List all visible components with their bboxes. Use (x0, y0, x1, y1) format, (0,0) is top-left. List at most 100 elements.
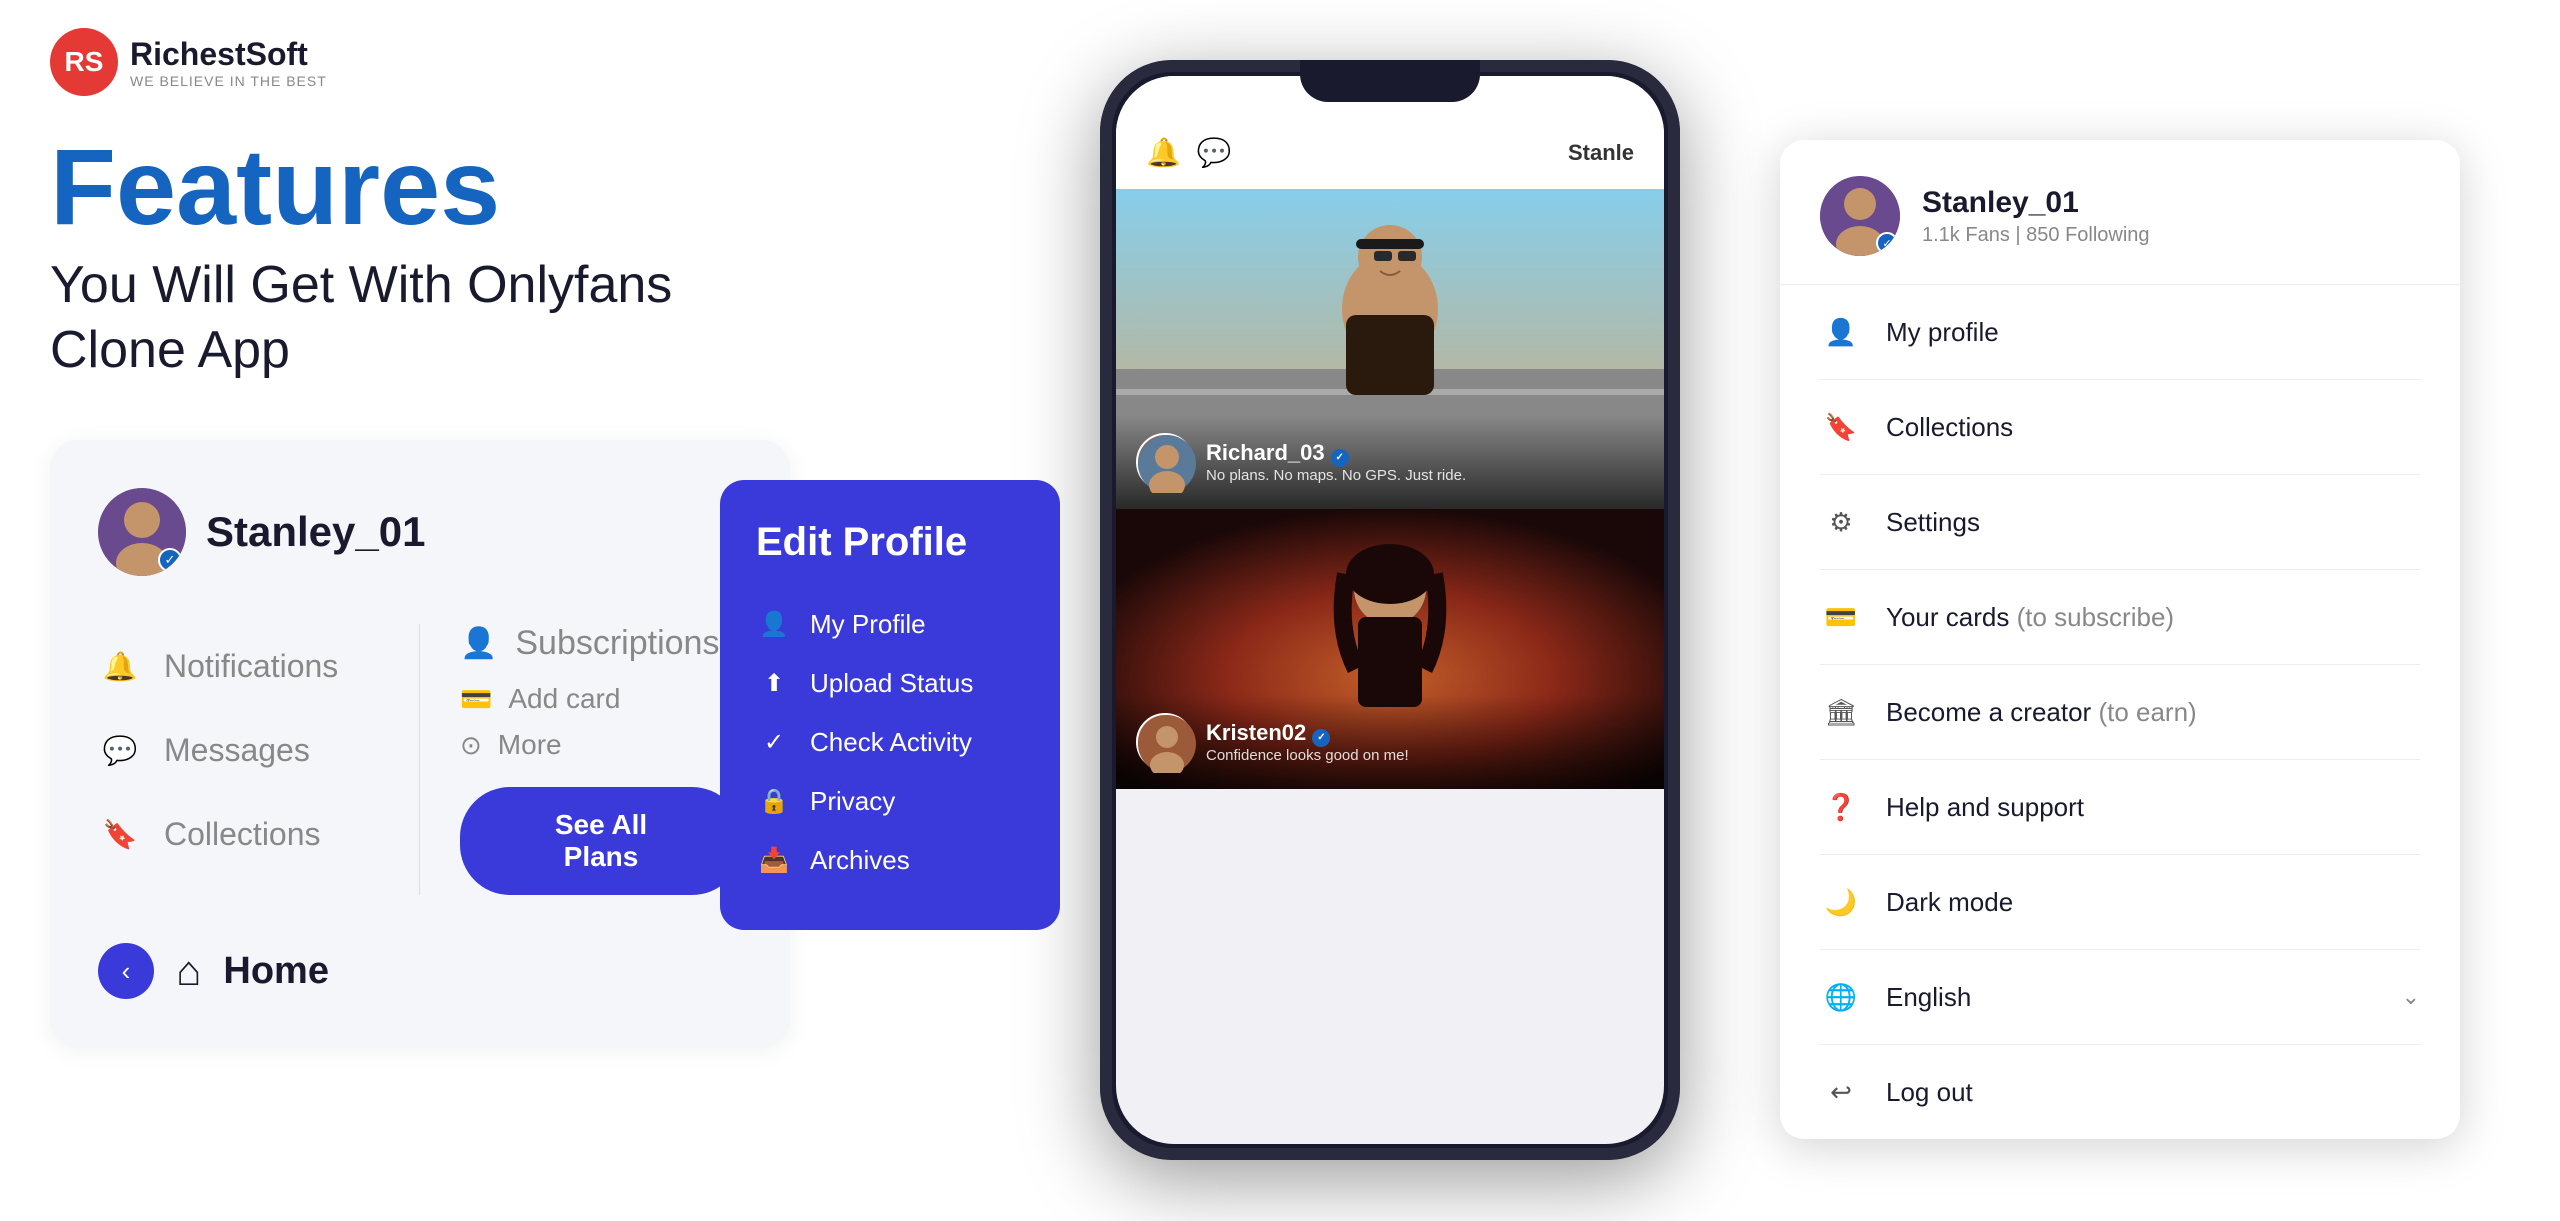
post1-user-row: Richard_03 ✓ No plans. No maps. No GPS. … (1136, 433, 1644, 491)
dropdown-logout[interactable]: ↩ Log out (1780, 1045, 2460, 1139)
notifications-icon: 🔔 (98, 644, 142, 688)
more-label: More (498, 729, 562, 761)
verify-badge: ✓ (158, 548, 182, 572)
features-title: Features (50, 130, 870, 243)
menu-grid: 🔔 Notifications 💬 Messages 🔖 Collections… (98, 624, 742, 895)
username: Stanley_01 (206, 508, 425, 556)
see-all-plans-button[interactable]: See All Plans (460, 787, 742, 895)
dropdown-dark-mode[interactable]: 🌙 Dark mode (1780, 855, 2460, 949)
dropdown-username: Stanley_01 (1922, 186, 2150, 220)
post2-verify: ✓ (1312, 729, 1330, 747)
settings-label: Settings (1886, 507, 1980, 538)
phone-mockup: 🔔 💬 Stanle (1100, 60, 1680, 1160)
lock-icon: 🔒 (756, 787, 792, 816)
home-icon: ⌂ (176, 947, 201, 995)
edit-privacy[interactable]: 🔒 Privacy (756, 772, 1024, 831)
collections-item[interactable]: 🔖 Collections (98, 792, 379, 876)
become-creator-label: Become a creator (to earn) (1886, 697, 2197, 728)
post2-info: Kristen02 ✓ Confidence looks good on me! (1206, 720, 1409, 764)
notifications-label: Notifications (164, 648, 338, 685)
more-item[interactable]: ⊙ More (460, 729, 742, 761)
upload-status-label: Upload Status (810, 668, 973, 699)
chevron-down-icon: ⌄ (2402, 984, 2420, 1010)
dropdown-your-cards[interactable]: 💳 Your cards (to subscribe) (1780, 570, 2460, 664)
subscriptions-header: 👤 Subscriptions (460, 624, 742, 663)
tagline: WE BELIEVE IN THE BEST (130, 73, 327, 89)
user-header: ✓ Stanley_01 (98, 488, 742, 576)
bell-icon: 🔔 (1146, 136, 1181, 169)
subtitle-line2: Clone App (50, 321, 290, 379)
dropdown-verify-badge: ✓ (1876, 232, 1898, 254)
more-icon: ⊙ (460, 730, 482, 761)
collections-icon: 🔖 (1820, 406, 1862, 448)
collections-label: Collections (164, 816, 321, 853)
check-activity-label: Check Activity (810, 727, 972, 758)
dropdown-user-header: ✓ Stanley_01 1.1k Fans | 850 Following (1780, 140, 2460, 285)
creator-icon: 🏛 (1820, 691, 1862, 733)
post2-avatar (1136, 713, 1194, 771)
collections-label: Collections (1886, 412, 2013, 443)
back-button[interactable]: ‹ (98, 943, 154, 999)
left-panel-card: ✓ Stanley_01 🔔 Notifications 💬 Messages … (50, 440, 790, 1047)
dropdown-collections[interactable]: 🔖 Collections (1780, 380, 2460, 474)
dropdown-user-info: Stanley_01 1.1k Fans | 850 Following (1922, 186, 2150, 247)
post1-caption: No plans. No maps. No GPS. Just ride. (1206, 467, 1466, 484)
collections-icon: 🔖 (98, 812, 142, 856)
feed-post-1: Richard_03 ✓ No plans. No maps. No GPS. … (1116, 189, 1664, 509)
edit-check-activity[interactable]: ✓ Check Activity (756, 713, 1024, 772)
edit-upload-status[interactable]: ⬆ Upload Status (756, 654, 1024, 713)
check-icon: ✓ (756, 728, 792, 757)
edit-profile-card: Edit Profile 👤 My Profile ⬆ Upload Statu… (720, 480, 1060, 930)
cards-icon: 💳 (1820, 596, 1862, 638)
card-icon: 💳 (460, 684, 492, 715)
settings-icon: ⚙ (1820, 501, 1862, 543)
messages-icon: 💬 (98, 728, 142, 772)
dropdown-settings[interactable]: ⚙ Settings (1780, 475, 2460, 569)
phone-top-icons: 🔔 💬 (1146, 136, 1232, 169)
edit-profile-title: Edit Profile (756, 520, 1024, 565)
globe-icon: 🌐 (1820, 976, 1862, 1018)
feed-post-2: Kristen02 ✓ Confidence looks good on me! (1116, 509, 1664, 789)
post2-caption: Confidence looks good on me! (1206, 747, 1409, 764)
post1-info: Richard_03 ✓ No plans. No maps. No GPS. … (1206, 440, 1466, 484)
english-label: English (1886, 982, 1971, 1013)
archives-label: Archives (810, 845, 910, 876)
header: RS RichestSoft WE BELIEVE IN THE BEST (50, 28, 327, 96)
your-cards-label: Your cards (to subscribe) (1886, 602, 2174, 633)
post1-verify: ✓ (1331, 449, 1349, 467)
hero-section: Features You Will Get With Onlyfans Clon… (50, 130, 870, 383)
avatar: ✓ (98, 488, 186, 576)
sub-items: 💳 Add card ⊙ More (460, 683, 742, 761)
phone-user-tag: Stanle (1568, 140, 1634, 166)
dropdown-stats: 1.1k Fans | 850 Following (1922, 224, 2150, 247)
dropdown-avatar: ✓ (1820, 176, 1900, 256)
dropdown-help-support[interactable]: ❓ Help and support (1780, 760, 2460, 854)
logout-label: Log out (1886, 1077, 1973, 1108)
dropdown-english[interactable]: 🌐 English ⌄ (1780, 950, 2460, 1044)
upload-icon: ⬆ (756, 669, 792, 698)
home-bar: ‹ ⌂ Home (98, 927, 742, 999)
dropdown-my-profile[interactable]: 👤 My profile (1780, 285, 2460, 379)
home-label: Home (223, 950, 329, 993)
phone-screen: 🔔 💬 Stanle (1116, 76, 1664, 1144)
edit-archives[interactable]: 📥 Archives (756, 831, 1024, 890)
help-label: Help and support (1886, 792, 2084, 823)
subtitle-line1: You Will Get With Onlyfans (50, 256, 672, 314)
my-profile-label: My profile (1886, 317, 1999, 348)
post1-avatar (1136, 433, 1194, 491)
dark-mode-label: Dark mode (1886, 887, 2013, 918)
archive-icon: 📥 (756, 846, 792, 875)
my-profile-icon: 👤 (1820, 311, 1862, 353)
menu-left: 🔔 Notifications 💬 Messages 🔖 Collections (98, 624, 420, 895)
notifications-item[interactable]: 🔔 Notifications (98, 624, 379, 708)
messages-item[interactable]: 💬 Messages (98, 708, 379, 792)
logo-text: RichestSoft WE BELIEVE IN THE BEST (130, 36, 327, 89)
help-icon: ❓ (1820, 786, 1862, 828)
edit-my-profile[interactable]: 👤 My Profile (756, 595, 1024, 654)
add-card-label: Add card (508, 683, 620, 715)
add-card-item[interactable]: 💳 Add card (460, 683, 742, 715)
post1-overlay: Richard_03 ✓ No plans. No maps. No GPS. … (1116, 415, 1664, 509)
brand-name: RichestSoft (130, 36, 327, 73)
dropdown-become-creator[interactable]: 🏛 Become a creator (to earn) (1780, 665, 2460, 759)
dropdown-panel: ✓ Stanley_01 1.1k Fans | 850 Following 👤… (1780, 140, 2460, 1139)
